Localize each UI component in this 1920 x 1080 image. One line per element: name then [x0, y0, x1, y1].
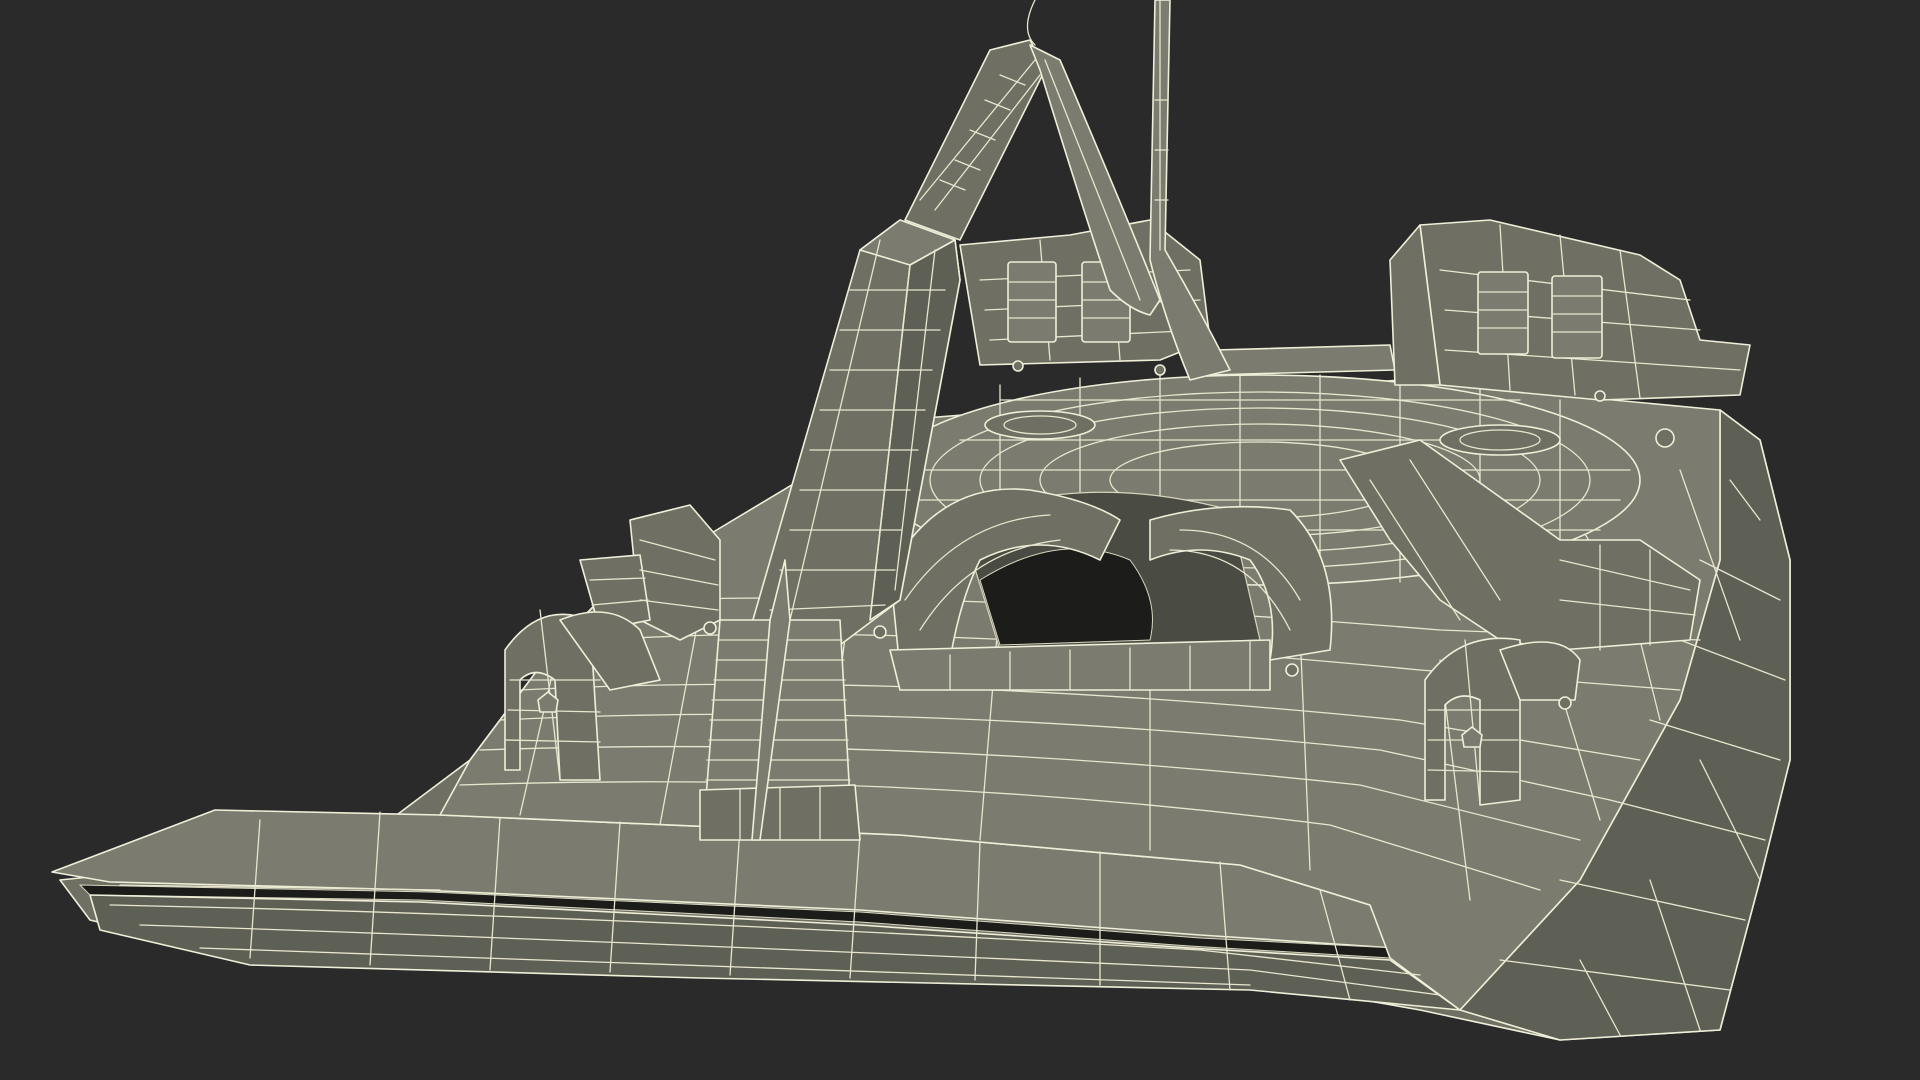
rear-wall [959, 219, 1751, 401]
central-canopy [889, 488, 1333, 691]
render-viewport [0, 0, 1920, 1080]
wireframe-model-render [51, 0, 1791, 1041]
